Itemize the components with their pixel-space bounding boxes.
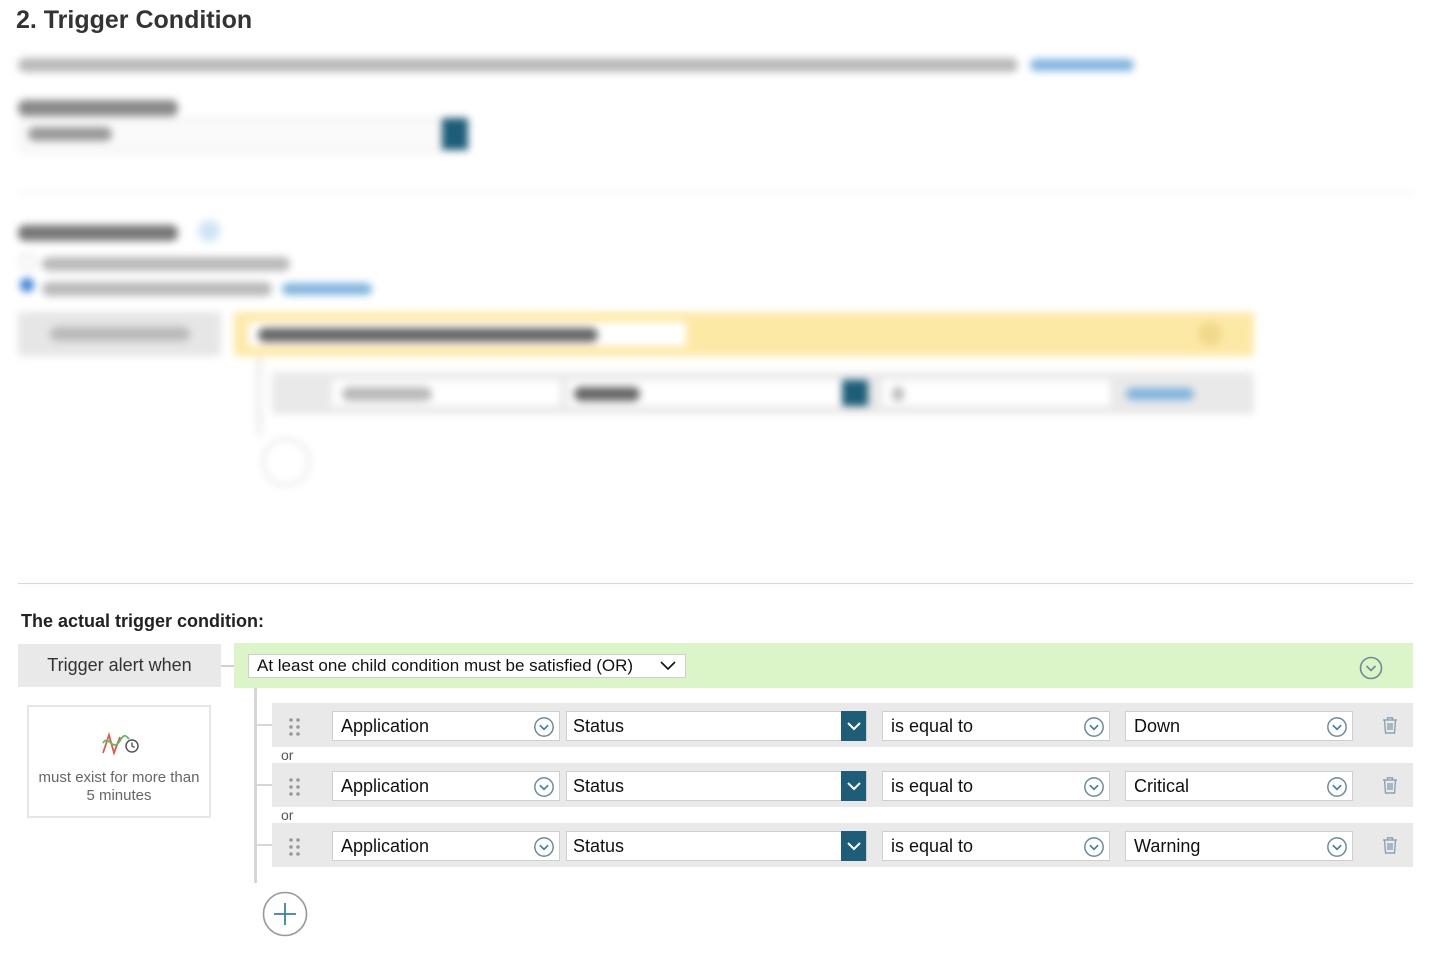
connector-line	[221, 665, 235, 667]
property-select[interactable]: Status	[566, 711, 867, 741]
drag-handle-icon[interactable]	[288, 717, 302, 742]
group-logic-value: At least one child condition must be sat…	[257, 656, 634, 675]
group-logic-select[interactable]: At least one child condition must be sat…	[248, 654, 686, 678]
add-condition-button[interactable]	[262, 891, 308, 937]
property-value: Status	[573, 715, 625, 736]
property-value: Status	[573, 835, 625, 856]
chevron-down-icon	[659, 658, 677, 679]
or-group-header: At least one child condition must be sat…	[234, 643, 1413, 688]
time-condition-icon	[101, 729, 141, 764]
tree-branch	[257, 844, 272, 846]
condition-row: Application Status is equal to Down	[272, 703, 1413, 747]
value-select[interactable]: Down	[1125, 711, 1353, 741]
chevron-circle-icon	[1083, 776, 1105, 803]
chevron-circle-icon	[1359, 656, 1383, 680]
operator-value: is equal to	[891, 715, 974, 736]
tree-branch	[257, 784, 272, 786]
chevron-circle-icon	[1083, 836, 1105, 863]
drag-handle-icon[interactable]	[288, 837, 302, 862]
trigger-alert-when-label: Trigger alert when	[18, 644, 221, 687]
operator-select[interactable]: is equal to	[882, 831, 1110, 861]
operator-select[interactable]: is equal to	[882, 711, 1110, 741]
section-divider	[18, 583, 1413, 584]
chevron-circle-icon	[1326, 776, 1348, 803]
actual-trigger-heading: The actual trigger condition:	[21, 611, 265, 631]
collapse-group-button[interactable]	[1359, 656, 1383, 680]
object-type-value: Application	[341, 835, 430, 856]
operator-value: is equal to	[891, 775, 974, 796]
object-type-select[interactable]: Application	[332, 771, 560, 801]
tree-branch	[257, 724, 272, 726]
object-type-value: Application	[341, 775, 430, 796]
plus-circle-icon	[262, 891, 308, 937]
object-type-select[interactable]: Application	[332, 711, 560, 741]
or-label: or	[281, 747, 294, 763]
operator-value: is equal to	[891, 835, 974, 856]
duration-text: must exist for more than 5 minutes	[38, 769, 200, 804]
chevron-down-icon	[841, 711, 866, 741]
section-title: 2. Trigger Condition	[16, 6, 253, 34]
value-value: Critical	[1134, 775, 1190, 796]
operator-select[interactable]: is equal to	[882, 771, 1110, 801]
chevron-circle-icon	[1326, 836, 1348, 863]
value-value: Warning	[1134, 835, 1201, 856]
value-select[interactable]: Critical	[1125, 771, 1353, 801]
time-condition-box[interactable]: must exist for more than 5 minutes	[27, 705, 211, 818]
property-value: Status	[573, 775, 625, 796]
condition-row: Application Status is equal to Warning	[272, 823, 1413, 867]
value-select[interactable]: Warning	[1125, 831, 1353, 861]
property-select[interactable]: Status	[566, 831, 867, 861]
or-label: or	[281, 807, 294, 823]
condition-row: Application Status is equal to Critical	[272, 763, 1413, 807]
chevron-circle-icon	[533, 836, 555, 863]
chevron-down-icon	[841, 831, 866, 861]
trash-icon[interactable]	[1380, 715, 1400, 740]
object-type-select[interactable]: Application	[332, 831, 560, 861]
object-type-value: Application	[341, 715, 430, 736]
trash-icon[interactable]	[1380, 835, 1400, 860]
property-select[interactable]: Status	[566, 771, 867, 801]
trash-icon[interactable]	[1380, 775, 1400, 800]
drag-handle-icon[interactable]	[288, 777, 302, 802]
chevron-circle-icon	[533, 776, 555, 803]
value-value: Down	[1134, 715, 1181, 736]
blurred-scope-section	[0, 0, 1443, 584]
chevron-down-icon	[841, 771, 866, 801]
chevron-circle-icon	[1326, 716, 1348, 743]
chevron-circle-icon	[1083, 716, 1105, 743]
chevron-circle-icon	[533, 716, 555, 743]
